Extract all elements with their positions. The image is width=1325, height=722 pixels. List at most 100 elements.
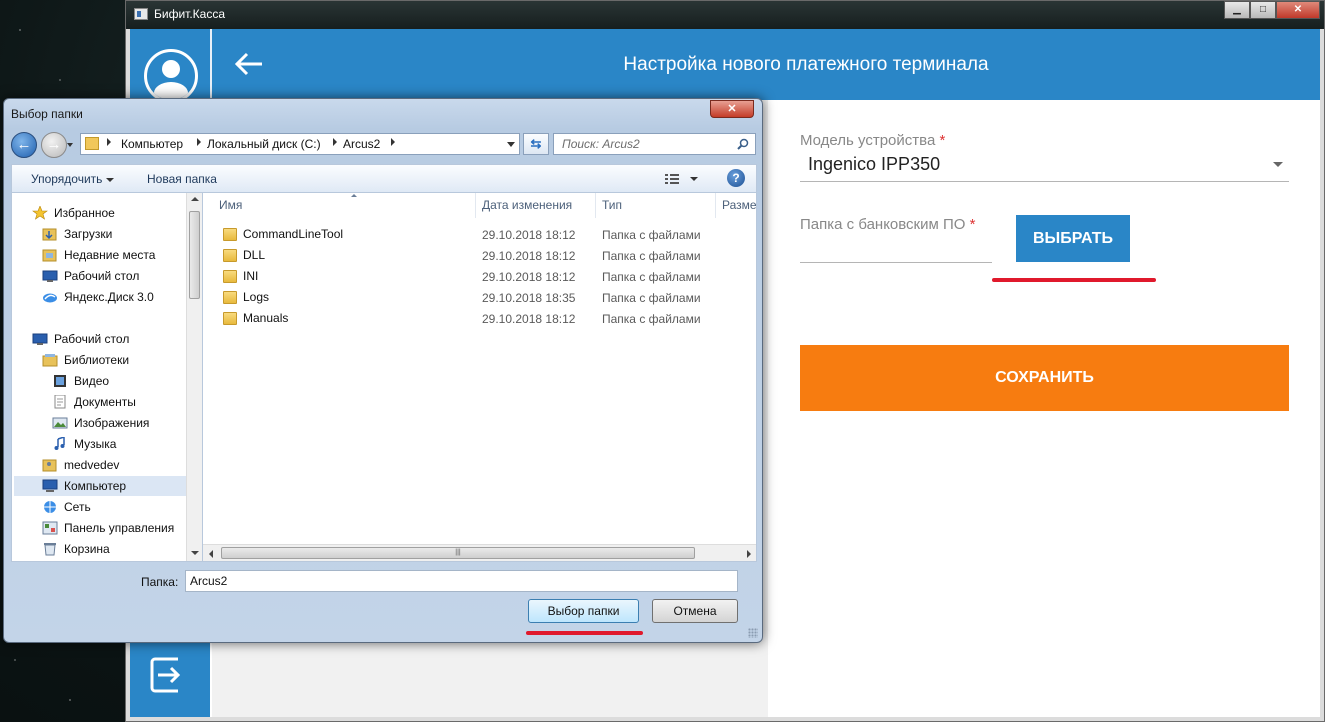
file-row[interactable]: CommandLineTool 29.10.2018 18:12 Папка с… <box>203 224 756 245</box>
breadcrumb-item[interactable]: Arcus2 <box>343 137 380 151</box>
tree-item-documents[interactable]: Документы <box>52 392 136 412</box>
scroll-right-icon[interactable] <box>747 550 751 558</box>
tree-item-desktop[interactable]: Рабочий стол <box>32 329 129 349</box>
tree-item-recent[interactable]: Недавние места <box>42 245 155 265</box>
chevron-down-icon[interactable] <box>690 177 698 181</box>
file-row[interactable]: Logs 29.10.2018 18:35 Папка с файлами <box>203 287 756 308</box>
tree-item-libraries[interactable]: Библиотеки <box>42 350 129 370</box>
list-horizontal-scrollbar[interactable]: ||| <box>203 544 756 561</box>
bank-folder-input[interactable] <box>800 262 992 263</box>
breadcrumb-item[interactable]: Локальный диск (C:) <box>207 137 321 151</box>
tree-item-computer[interactable]: Компьютер <box>14 476 186 496</box>
desktop-icon <box>42 269 58 283</box>
list-scroll-thumb[interactable]: ||| <box>221 547 695 559</box>
help-icon[interactable]: ? <box>727 169 745 187</box>
nav-forward-icon[interactable]: → <box>41 132 67 158</box>
tree-item-network[interactable]: Сеть <box>42 497 91 517</box>
column-header-size[interactable]: Разме <box>716 193 756 218</box>
downloads-icon <box>42 227 58 241</box>
folder-icon <box>85 137 99 150</box>
computer-icon <box>42 479 58 493</box>
tree-item-control-panel[interactable]: Панель управления <box>42 518 174 538</box>
model-label: Модель устройства * <box>800 132 946 149</box>
resize-grip-icon[interactable] <box>748 628 758 638</box>
device-model-select[interactable]: Ingenico IPP350 <box>800 152 1289 182</box>
logout-icon[interactable] <box>148 655 192 695</box>
tree-item-downloads[interactable]: Загрузки <box>42 224 112 244</box>
folder-icon <box>223 248 237 262</box>
tree-item-user[interactable]: medvedev <box>42 455 119 475</box>
video-icon <box>52 374 68 388</box>
scroll-down-icon[interactable] <box>191 551 199 555</box>
tree-item-music[interactable]: Музыка <box>52 434 116 454</box>
recent-places-icon <box>42 248 58 262</box>
folder-picker-dialog: Выбор папки ✕ ← → Компьютер Локальный ди… <box>3 98 763 643</box>
column-header-name[interactable]: Имя <box>213 193 476 218</box>
recent-pages-caret-icon[interactable] <box>67 143 73 147</box>
app-icon <box>134 8 148 20</box>
tree-item-video[interactable]: Видео <box>52 371 109 391</box>
dialog-close-button[interactable]: ✕ <box>710 100 754 118</box>
refresh-icon[interactable]: ⇆ <box>523 133 549 155</box>
tree-item-recycle-bin[interactable]: Корзина <box>42 539 110 559</box>
page-title: Настройка нового платежного терминала <box>623 54 989 75</box>
search-icon <box>737 138 749 150</box>
select-folder-button[interactable]: Выбор папки <box>528 599 639 623</box>
file-list: Имя Дата изменения Тип Разме CommandLine… <box>203 192 757 562</box>
search-input[interactable]: Поиск: Arcus2 <box>553 133 756 155</box>
app-title: Бифит.Касса <box>154 7 225 21</box>
breadcrumb-separator-icon <box>197 138 201 146</box>
address-dropdown-icon[interactable] <box>507 142 515 147</box>
column-header-type[interactable]: Тип <box>596 193 716 218</box>
search-placeholder: Поиск: Arcus2 <box>562 137 640 151</box>
user-avatar-icon[interactable] <box>144 49 198 103</box>
breadcrumb-item[interactable]: Компьютер <box>121 137 183 151</box>
minimize-button[interactable]: ▁ <box>1224 1 1250 19</box>
new-folder-button[interactable]: Новая папка <box>147 172 217 186</box>
tree-scroll-thumb[interactable] <box>189 211 200 299</box>
app-header: Настройка нового платежного терминала <box>210 29 1320 100</box>
file-row[interactable]: Manuals 29.10.2018 18:12 Папка с файлами <box>203 308 756 329</box>
recycle-bin-icon <box>42 542 58 556</box>
scroll-left-icon[interactable] <box>209 550 213 558</box>
maximize-button[interactable]: □ <box>1250 1 1276 19</box>
close-button[interactable]: ✕ <box>1276 1 1320 19</box>
breadcrumb-separator-icon <box>333 138 337 146</box>
chevron-down-icon <box>106 177 115 182</box>
network-icon <box>42 500 58 514</box>
column-header-modified[interactable]: Дата изменения <box>476 193 596 218</box>
folder-name-input[interactable]: Arcus2 <box>185 570 738 592</box>
choose-folder-button[interactable]: ВЫБРАТЬ <box>1016 215 1130 262</box>
file-row[interactable]: INI 29.10.2018 18:12 Папка с файлами <box>203 266 756 287</box>
dialog-title: Выбор папки <box>11 107 83 121</box>
view-options-icon[interactable] <box>664 172 680 186</box>
tree-item-images[interactable]: Изображения <box>52 413 149 433</box>
control-panel-icon <box>42 521 58 535</box>
file-row[interactable]: DLL 29.10.2018 18:12 Папка с файлами <box>203 245 756 266</box>
bank-folder-label: Папка с банковским ПО * <box>800 216 976 233</box>
folder-icon <box>223 311 237 325</box>
cancel-button[interactable]: Отмена <box>652 599 738 623</box>
highlight-underline <box>992 278 1156 282</box>
folder-name-label: Папка: <box>141 575 179 589</box>
tree-item-yandex-disk[interactable]: Яндекс.Диск 3.0 <box>42 287 154 307</box>
scroll-up-icon[interactable] <box>191 197 199 201</box>
music-icon <box>52 435 68 451</box>
documents-icon <box>52 394 68 409</box>
organize-button[interactable]: Упорядочить <box>31 172 115 186</box>
window-controls: ▁ □ ✕ <box>1224 1 1320 19</box>
folder-icon <box>223 269 237 283</box>
address-bar[interactable]: Компьютер Локальный диск (C:) Arcus2 <box>80 133 520 155</box>
navigation-tree: Избранное Загрузки Недавние места Рабочи… <box>11 192 203 562</box>
user-folder-icon <box>42 458 58 472</box>
nav-back-icon[interactable]: ← <box>11 132 37 158</box>
images-icon <box>52 416 68 430</box>
libraries-icon <box>42 353 58 367</box>
tree-scrollbar[interactable] <box>186 193 202 561</box>
tree-item-favorites[interactable]: Избранное <box>32 203 115 223</box>
device-model-value: Ingenico IPP350 <box>808 154 941 174</box>
save-button[interactable]: СОХРАНИТЬ <box>800 345 1289 411</box>
app-titlebar: Бифит.Касса ▁ □ ✕ <box>126 1 1324 29</box>
tree-item-desktop-favorite[interactable]: Рабочий стол <box>42 266 139 286</box>
dialog-toolbar: Упорядочить Новая папка ? <box>11 164 757 192</box>
